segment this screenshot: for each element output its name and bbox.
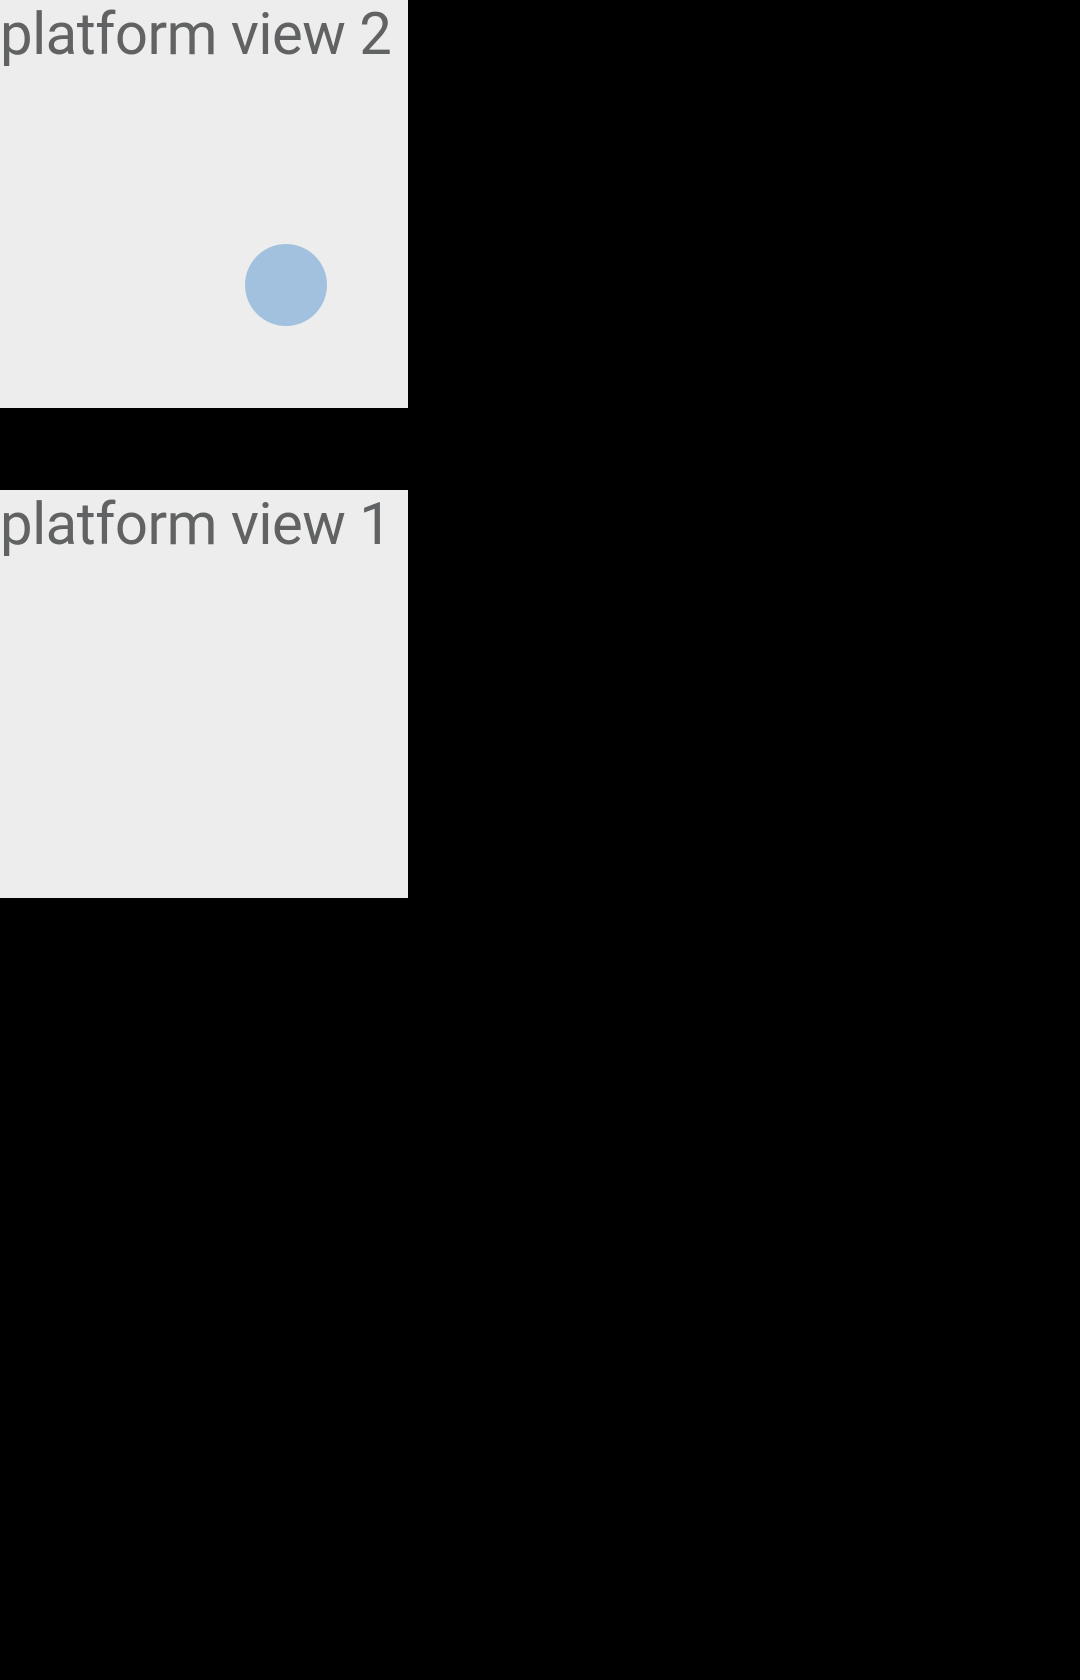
- platform-view-1-label: platform view 1: [0, 490, 408, 554]
- platform-view-1[interactable]: platform view 1: [0, 490, 408, 898]
- circle-indicator-icon: [245, 244, 327, 326]
- platform-view-2-label: platform view 2: [0, 0, 408, 64]
- platform-view-2[interactable]: platform view 2: [0, 0, 408, 408]
